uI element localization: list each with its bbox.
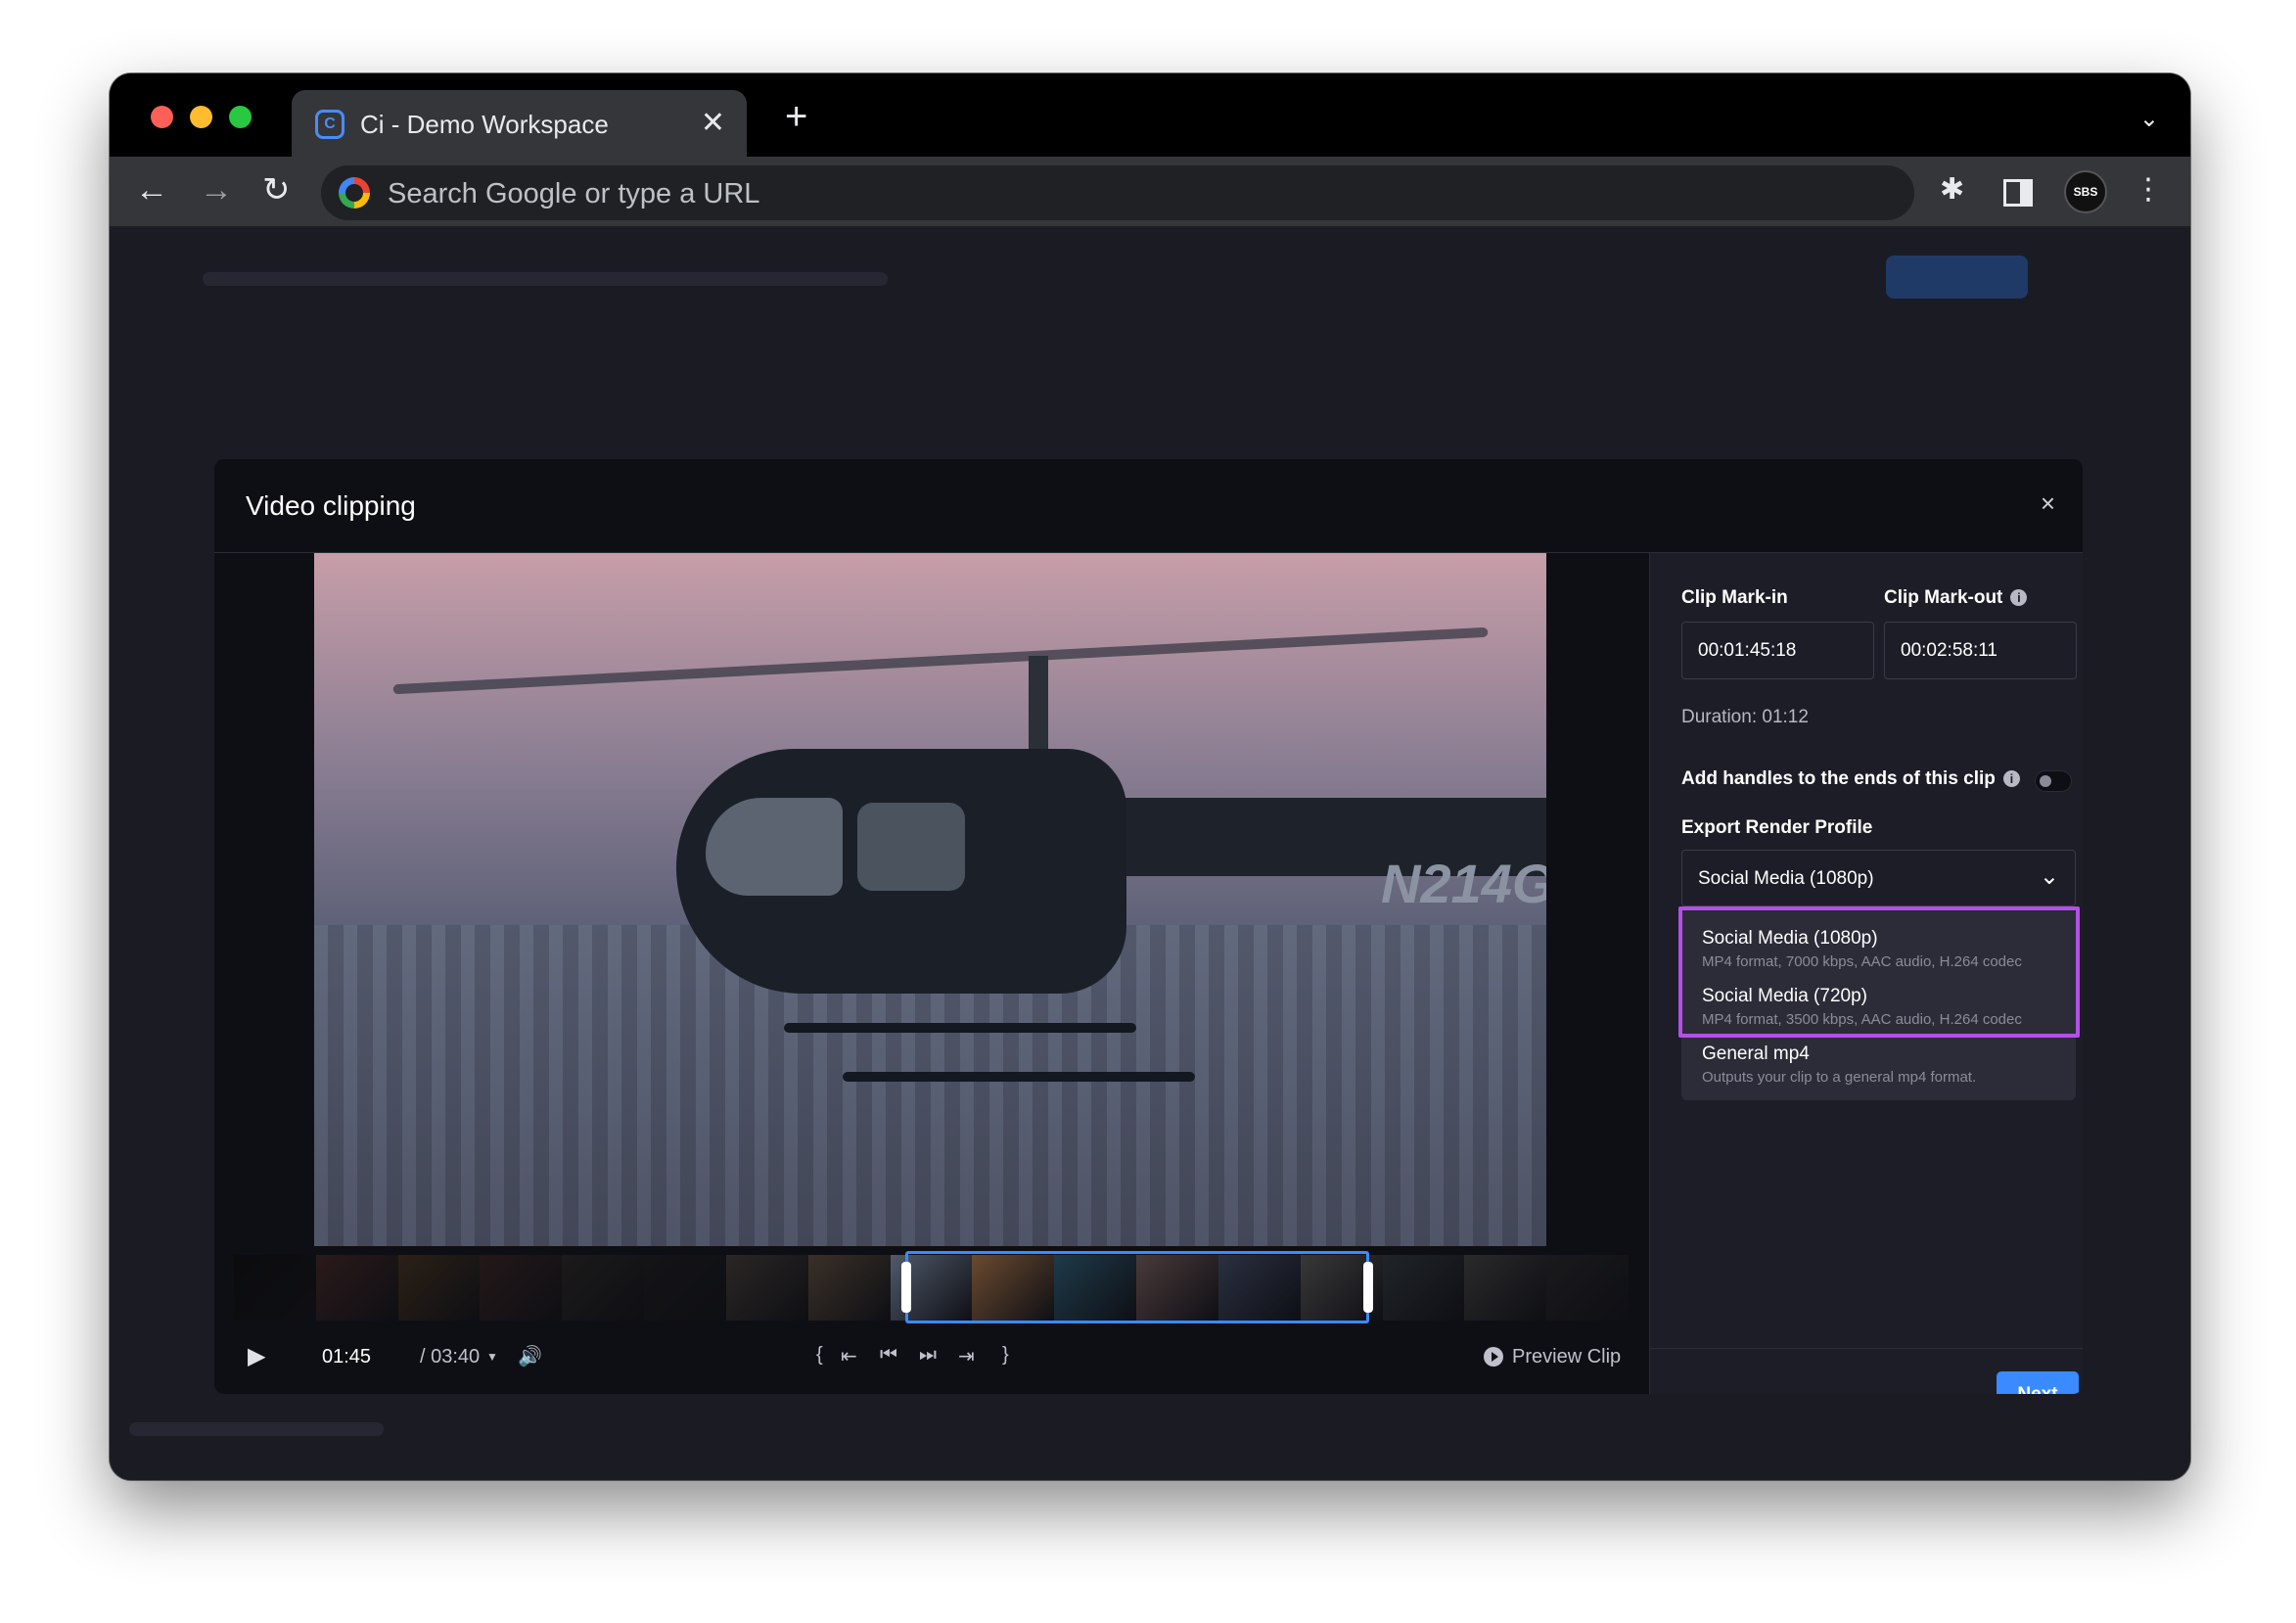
google-icon	[339, 177, 370, 209]
background-blurred-text	[129, 1422, 384, 1436]
total-time: / 03:40	[420, 1346, 481, 1368]
forward-arrow-icon[interactable]: →	[200, 170, 233, 209]
play-icon[interactable]: ▶	[248, 1342, 265, 1370]
handles-toggle[interactable]	[2035, 770, 2072, 792]
render-profile-select[interactable]: Social Media (1080p) ⌄	[1681, 850, 2076, 906]
mark-in-bracket-icon[interactable]: {	[816, 1344, 823, 1367]
info-icon[interactable]: i	[2002, 770, 2020, 788]
option-description: Outputs your clip to a general mp4 forma…	[1702, 1069, 1977, 1086]
modal-close-icon[interactable]: ×	[2041, 488, 2055, 519]
handles-label-group: Add handles to the ends of this clip i	[1681, 768, 2020, 790]
helicopter-skid	[843, 1072, 1195, 1082]
helicopter-skid	[784, 1023, 1136, 1033]
filmstrip-frame	[725, 1255, 808, 1321]
video-clipping-modal: Video clipping × N214G ▶ 01:45 / 03:40 ▼…	[214, 459, 2083, 1394]
filmstrip-frame	[480, 1255, 563, 1321]
browser-menu-icon[interactable]: ⋮	[2134, 172, 2163, 207]
background-blurred-text	[203, 272, 888, 286]
selected-profile: Social Media (1080p)	[1698, 868, 1874, 889]
mark-out-label: Clip Mark-out	[1884, 587, 2003, 608]
mark-in-label: Clip Mark-in	[1681, 587, 1788, 608]
mark-out-handle[interactable]	[1363, 1262, 1373, 1313]
tab-close-icon[interactable]: ✕	[701, 106, 725, 140]
helicopter-registration: N214G	[1381, 853, 1546, 914]
maximize-window-button[interactable]	[229, 106, 252, 128]
mark-out-field[interactable]: 00:02:58:11	[1884, 622, 2077, 679]
handles-label: Add handles to the ends of this clip	[1681, 768, 1996, 789]
option-label: General mp4	[1702, 1043, 1810, 1064]
next-button[interactable]: Next	[1997, 1371, 2079, 1394]
profile-option-general-mp4[interactable]: General mp4 Outputs your clip to a gener…	[1702, 1043, 1976, 1086]
annotation-highlight-box	[1678, 906, 2080, 1038]
filmstrip-frame	[397, 1255, 481, 1321]
tab-list-chevron-icon[interactable]: ⌄	[2139, 105, 2159, 133]
helicopter-mast	[1029, 656, 1048, 764]
extensions-puzzle-icon[interactable]: ✱	[1940, 172, 1964, 207]
next-frame-icon[interactable]: ⏭	[919, 1344, 937, 1367]
chevron-down-icon: ⌄	[2039, 863, 2059, 890]
clip-selection-range[interactable]	[901, 1251, 1373, 1323]
preview-clip-button[interactable]: Preview Clip	[1512, 1346, 1621, 1368]
tab-title: Ci - Demo Workspace	[360, 110, 609, 139]
browser-tab[interactable]: C Ci - Demo Workspace ✕	[292, 90, 747, 157]
filmstrip-frame	[807, 1255, 891, 1321]
go-to-mark-in-icon[interactable]: ⇤	[841, 1344, 857, 1368]
address-bar[interactable]: Search Google or type a URL	[321, 165, 1914, 220]
toggle-knob	[2040, 775, 2051, 787]
side-panel-icon[interactable]	[2003, 179, 2033, 207]
back-arrow-icon[interactable]: ←	[135, 170, 168, 209]
helicopter-rotor	[392, 626, 1489, 695]
clip-duration: Duration: 01:12	[1681, 707, 1809, 727]
render-profile-label: Export Render Profile	[1681, 817, 1873, 838]
address-placeholder: Search Google or type a URL	[388, 178, 760, 209]
helicopter-window	[857, 803, 965, 891]
video-player: N214G ▶ 01:45 / 03:40 ▼ 🔊 { ⇤ ⏮ ⏭ ⇥} Pr…	[214, 553, 1649, 1394]
panel-footer-divider	[1650, 1348, 2083, 1349]
background-blurred-button	[1886, 255, 2028, 299]
filmstrip-frame	[1464, 1255, 1547, 1321]
filmstrip-frame	[1382, 1255, 1465, 1321]
browser-window: C Ci - Demo Workspace ✕ + ⌄ ← → ↻ Search…	[110, 73, 2190, 1480]
browser-toolbar: ← → ↻ Search Google or type a URL ✱ SBS …	[110, 157, 2190, 228]
filmstrip-frame	[315, 1255, 398, 1321]
mark-in-handle[interactable]	[901, 1262, 911, 1313]
previous-frame-icon[interactable]: ⏮	[880, 1344, 897, 1367]
ci-favicon-icon: C	[315, 110, 344, 139]
new-tab-button[interactable]: +	[785, 97, 807, 136]
info-icon[interactable]: i	[2010, 589, 2028, 607]
mark-out-bracket-icon[interactable]: }	[1002, 1344, 1009, 1367]
clip-settings-panel: Clip Mark-in Clip Mark-out i 00:01:45:18 …	[1649, 553, 2083, 1394]
mark-out-label-group: Clip Mark-out i	[1884, 587, 2028, 609]
filmstrip-frame	[644, 1255, 726, 1321]
page-content: Video clipping × N214G ▶ 01:45 / 03:40 ▼…	[110, 228, 2190, 1480]
tab-strip: C Ci - Demo Workspace ✕ + ⌄	[110, 73, 2190, 157]
minimize-window-button[interactable]	[190, 106, 212, 128]
filmstrip-frame	[1546, 1255, 1629, 1321]
helicopter-cockpit	[706, 798, 843, 896]
filmstrip-frame	[234, 1255, 316, 1321]
reload-icon[interactable]: ↻	[262, 170, 291, 209]
modal-title: Video clipping	[246, 490, 416, 521]
preview-play-icon[interactable]	[1484, 1347, 1503, 1367]
current-time: 01:45	[322, 1346, 372, 1368]
mark-in-field[interactable]: 00:01:45:18	[1681, 622, 1874, 679]
profile-avatar[interactable]: SBS	[2064, 170, 2107, 213]
player-controls: ▶ 01:45 / 03:40 ▼ 🔊 { ⇤ ⏮ ⏭ ⇥ } Preview …	[214, 1336, 1649, 1385]
go-to-mark-out-icon[interactable]: ⇥	[958, 1344, 975, 1368]
time-format-caret-icon[interactable]: ▼	[486, 1350, 498, 1364]
modal-header: Video clipping ×	[214, 459, 2083, 553]
volume-icon[interactable]: 🔊	[518, 1344, 542, 1368]
video-frame[interactable]: N214G	[314, 553, 1546, 1246]
close-window-button[interactable]	[151, 106, 173, 128]
filmstrip-frame	[562, 1255, 645, 1321]
